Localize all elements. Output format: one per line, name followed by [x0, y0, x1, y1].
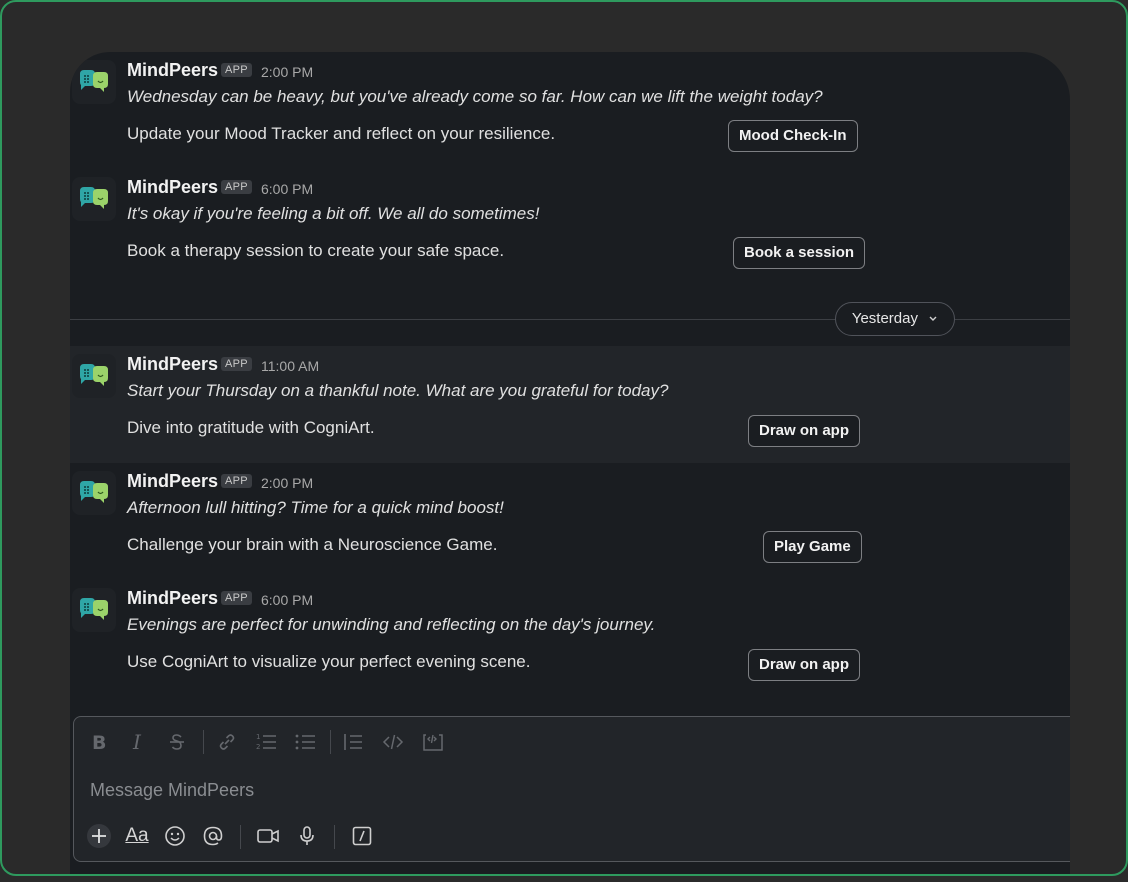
message-body-text: Update your Mood Tracker and reflect on …: [127, 124, 556, 143]
text-format-button[interactable]: Aa: [122, 823, 152, 849]
message-item: MindPeers APP 6:00 PM It's okay if you'r…: [70, 169, 1070, 286]
message-item: MindPeers APP 11:00 AM Start your Thursd…: [70, 346, 1070, 463]
numbered-list-icon[interactable]: 12: [253, 729, 279, 755]
toolbar-separator: [240, 825, 241, 849]
sender-name[interactable]: MindPeers: [127, 354, 218, 375]
app-frame: MindPeers APP 2:00 PM Wednesday can be h…: [0, 0, 1128, 876]
emoji-icon[interactable]: [162, 823, 188, 849]
sender-name[interactable]: MindPeers: [127, 60, 218, 81]
mindpeers-logo-icon: [80, 187, 108, 209]
message-timestamp[interactable]: 6:00 PM: [261, 592, 313, 608]
mindpeers-avatar[interactable]: [72, 177, 116, 221]
app-badge: APP: [221, 474, 252, 488]
app-badge: APP: [221, 63, 252, 77]
toolbar-separator: [334, 825, 335, 849]
draw-on-app-button[interactable]: Draw on app: [748, 415, 861, 447]
app-badge: APP: [221, 357, 252, 371]
blockquote-icon[interactable]: [340, 729, 366, 755]
message-body-text: Challenge your brain with a Neuroscience…: [127, 535, 498, 554]
toolbar-separator: [330, 730, 331, 754]
italic-icon[interactable]: I: [125, 729, 151, 755]
text-format-label: Aa: [125, 825, 149, 846]
svg-text:1: 1: [256, 733, 260, 741]
message-italic-text: Evenings are perfect for unwinding and r…: [127, 615, 656, 634]
date-divider-label: Yesterday: [851, 310, 918, 327]
sender-name[interactable]: MindPeers: [127, 471, 218, 492]
message-composer: B I 12 Message MindPeers Aa: [73, 716, 1070, 862]
message-body-text: Dive into gratitude with CogniArt.: [127, 418, 375, 437]
message-timestamp[interactable]: 6:00 PM: [261, 181, 313, 197]
video-clip-icon[interactable]: [255, 823, 281, 849]
message-italic-text: Afternoon lull hitting? Time for a quick…: [127, 498, 504, 517]
mindpeers-avatar[interactable]: [72, 60, 116, 104]
book-session-button[interactable]: Book a session: [733, 237, 866, 269]
app-badge: APP: [221, 591, 252, 605]
mindpeers-logo-icon: [80, 70, 108, 92]
mood-check-in-button[interactable]: Mood Check-In: [728, 120, 858, 152]
code-block-icon[interactable]: [420, 729, 446, 755]
mindpeers-avatar[interactable]: [72, 471, 116, 515]
svg-text:2: 2: [256, 743, 260, 751]
sender-name[interactable]: MindPeers: [127, 177, 218, 198]
message-italic-text: Start your Thursday on a thankful note. …: [127, 381, 669, 400]
message-body-text: Book a therapy session to create your sa…: [127, 241, 505, 260]
mindpeers-avatar[interactable]: [72, 588, 116, 632]
message-timestamp[interactable]: 11:00 AM: [261, 358, 319, 374]
message-item: MindPeers APP 2:00 PM Afternoon lull hit…: [70, 463, 1070, 580]
plus-icon[interactable]: [86, 823, 112, 849]
message-italic-text: Wednesday can be heavy, but you've alrea…: [127, 87, 823, 106]
code-icon[interactable]: [380, 729, 406, 755]
message-italic-text: It's okay if you're feeling a bit off. W…: [127, 204, 540, 223]
bulleted-list-icon[interactable]: [292, 729, 318, 755]
strikethrough-icon[interactable]: [164, 729, 190, 755]
slash-command-icon[interactable]: [349, 823, 375, 849]
message-pane: MindPeers APP 2:00 PM Wednesday can be h…: [70, 52, 1070, 874]
message-body-text: Use CogniArt to visualize your perfect e…: [127, 652, 531, 671]
mindpeers-logo-icon: [80, 598, 108, 620]
message-item: MindPeers APP 2:00 PM Wednesday can be h…: [70, 52, 1070, 169]
microphone-icon[interactable]: [294, 823, 320, 849]
toolbar-separator: [203, 730, 204, 754]
app-badge: APP: [221, 180, 252, 194]
mindpeers-logo-icon: [80, 481, 108, 503]
mindpeers-avatar[interactable]: [72, 354, 116, 398]
link-icon[interactable]: [214, 729, 240, 755]
play-game-button[interactable]: Play Game: [763, 531, 862, 563]
svg-text:B: B: [92, 732, 106, 752]
draw-on-app-button[interactable]: Draw on app: [748, 649, 861, 681]
message-input[interactable]: Message MindPeers: [90, 780, 254, 801]
message-item: MindPeers APP 6:00 PM Evenings are perfe…: [70, 580, 1070, 697]
mention-icon[interactable]: [200, 823, 226, 849]
mindpeers-logo-icon: [80, 364, 108, 386]
bold-icon[interactable]: B: [86, 729, 112, 755]
svg-text:I: I: [132, 732, 142, 752]
date-divider-button[interactable]: Yesterday: [835, 302, 955, 336]
chevron-down-icon: [929, 316, 937, 321]
message-timestamp[interactable]: 2:00 PM: [261, 475, 313, 491]
sender-name[interactable]: MindPeers: [127, 588, 218, 609]
message-timestamp[interactable]: 2:00 PM: [261, 64, 313, 80]
